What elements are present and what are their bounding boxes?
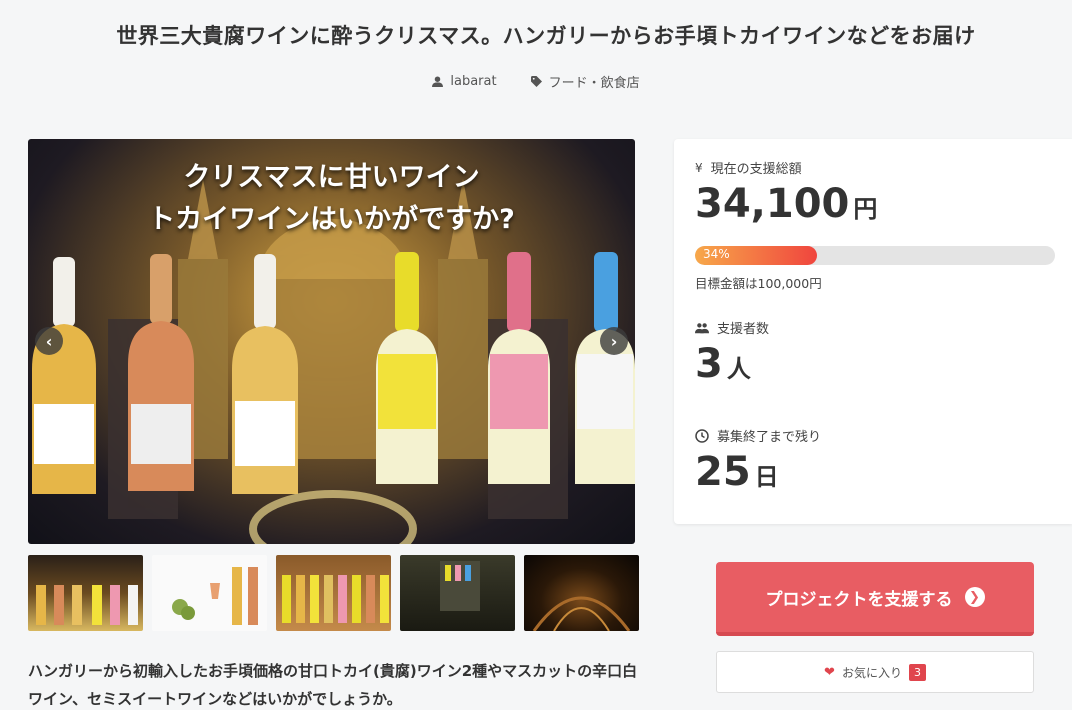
project-description: ハンガリーから初輸入したお手頃価格の甘口トカイ(貴腐)ワイン2種やマスカットの辛… (28, 662, 638, 708)
remaining-label-text: 募集終了まで残り (717, 430, 822, 445)
owner-name: labarat (450, 74, 497, 89)
support-project-button[interactable]: プロジェクトを支援する ❯ (716, 562, 1034, 636)
thumbnail-3-image (282, 575, 389, 623)
thumbnail-strip (28, 555, 639, 631)
carousel-prev-button[interactable]: ‹ (35, 327, 63, 355)
owner-link[interactable]: labarat (432, 72, 497, 91)
remaining-days: 25 日 (695, 449, 779, 495)
thumbnail-2-image (172, 567, 258, 625)
thumbnail-4-image (440, 561, 480, 611)
chevron-left-icon: ‹ (45, 331, 53, 351)
thumbnail-5-image (532, 596, 631, 631)
funding-stats-panel: ¥ 現在の支援総額 34,100 円 34% 目標金額は100,000円 支援者数… (674, 139, 1072, 524)
thumbnail-4[interactable] (400, 555, 515, 631)
backers-unit: 人 (726, 355, 751, 383)
heart-icon: ❤ (824, 664, 835, 680)
thumbnail-1-image (36, 585, 138, 625)
thumbnail-3[interactable] (276, 555, 391, 631)
funding-unit: 円 (853, 195, 878, 223)
carousel-next-button[interactable]: › (600, 327, 628, 355)
category-link[interactable]: フード・飲食店 (530, 72, 640, 91)
funding-amount: 34,100 円 (695, 181, 877, 227)
project-meta: labarat フード・飲食店 (0, 72, 1072, 91)
favorite-label: お気に入り (841, 665, 902, 680)
chevron-right-icon: › (610, 331, 618, 351)
favorite-button[interactable]: ❤ お気に入り 3 (716, 651, 1034, 693)
page-title: 世界三大貴腐ワインに酔うクリスマス。ハンガリーからお手頃トカイワインなどをお届け (116, 24, 976, 48)
hero-caption-line2: トカイワインはいかがですか? (148, 204, 515, 235)
users-icon (695, 322, 709, 333)
progress-fill: 34% (695, 246, 818, 265)
category-name: フード・飲食店 (548, 76, 640, 91)
main-image-carousel[interactable]: クリスマスに甘いワイン トカイワインはいかがですか? ‹ › (28, 139, 635, 544)
thumbnail-5[interactable] (524, 555, 639, 631)
favorite-count: 3 (908, 663, 926, 681)
remaining-value: 25 (695, 449, 751, 495)
clock-icon (695, 428, 709, 443)
backers-label: 支援者数 (695, 318, 769, 337)
yen-icon: ¥ (695, 160, 703, 175)
backers-count: 3人 (695, 341, 751, 387)
support-button-label: プロジェクトを支援する (765, 589, 953, 610)
funding-label: ¥ 現在の支援総額 (695, 158, 802, 178)
progress-percent: 34% (703, 247, 730, 261)
backers-label-text: 支援者数 (717, 322, 770, 337)
user-icon (432, 76, 444, 87)
tag-icon (530, 76, 542, 87)
funding-label-text: 現在の支援総額 (710, 162, 802, 177)
thumbnail-1[interactable] (28, 555, 143, 631)
remaining-label: 募集終了まで残り (695, 426, 821, 445)
thumbnail-2[interactable] (152, 555, 267, 631)
funding-progress-bar: 34% (695, 246, 1055, 265)
arrow-right-icon: ❯ (964, 587, 985, 607)
backers-value: 3 (695, 341, 723, 387)
funding-value: 34,100 (695, 181, 850, 227)
hero-caption: クリスマスに甘いワイン トカイワインはいかがですか? (28, 157, 635, 241)
hero-caption-line1: クリスマスに甘いワイン (183, 162, 480, 193)
remaining-unit: 日 (754, 463, 779, 491)
goal-amount: 目標金額は100,000円 (695, 276, 822, 291)
